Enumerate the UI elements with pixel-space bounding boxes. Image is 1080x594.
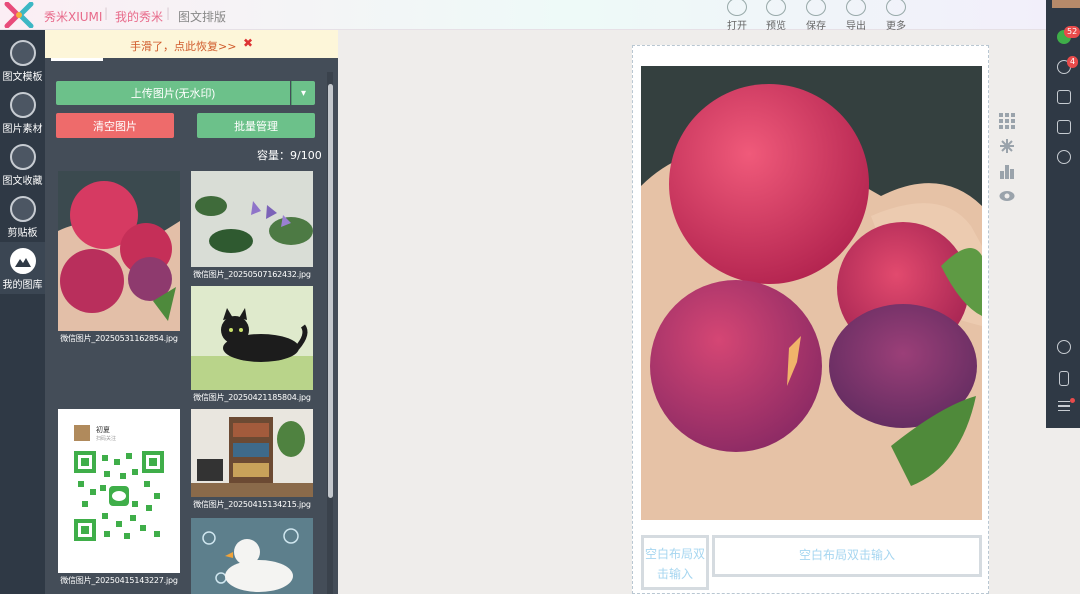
image-caption: 微信图片_20250415134215.jpg: [193, 500, 311, 509]
user-count-badge: 4: [1067, 56, 1079, 68]
snowflake-icon[interactable]: [999, 138, 1015, 154]
avatar: [74, 425, 90, 441]
gallery-image[interactable]: [191, 518, 313, 594]
gallery-image[interactable]: 微信图片_20250421185804.jpg: [191, 286, 313, 403]
image-caption: 微信图片_20250507162432.jpg: [193, 270, 311, 279]
favorites-icon: [9, 144, 36, 170]
gallery-image[interactable]: 微信图片_20250507162432.jpg: [191, 171, 313, 280]
preview-button[interactable]: 预览: [759, 0, 793, 32]
right-sidebar: 52 4: [1046, 0, 1080, 428]
save-icon: [806, 0, 826, 16]
brand-name[interactable]: 秀米XIUMI: [44, 8, 102, 25]
left-rail: 图文模板 图片素材 图文收藏 剪贴板 我的图库: [0, 30, 45, 594]
blank-layout-cell[interactable]: 空白布局双击输入: [712, 535, 982, 577]
batch-manage-button[interactable]: 批量管理: [197, 113, 315, 138]
open-button[interactable]: 打开: [720, 0, 754, 32]
rail-item-image-material[interactable]: 图片素材: [0, 86, 45, 138]
export-icon: [846, 0, 866, 16]
rail-label: 剪贴板: [7, 228, 38, 239]
restore-link[interactable]: 手滑了，点此恢复>>: [130, 38, 236, 54]
image-caption: 微信图片_20250531162854.jpg: [60, 334, 178, 343]
cat-thumbnail: [191, 286, 313, 390]
nav-separator: |: [166, 6, 171, 20]
grid-icon[interactable]: [999, 113, 1015, 129]
notification-dot: [1070, 398, 1075, 403]
plum-photo[interactable]: [641, 66, 982, 520]
save-label: 保存: [806, 21, 826, 32]
rail-item-favorites[interactable]: 图文收藏: [0, 138, 45, 190]
bar-chart-icon[interactable]: [999, 163, 1015, 179]
settings-icon[interactable]: [1057, 150, 1071, 164]
clipboard-icon: [9, 196, 36, 222]
open-label: 打开: [727, 21, 747, 32]
flower-thumbnail: [191, 171, 313, 267]
export-button[interactable]: 导出: [839, 0, 873, 32]
eye-icon[interactable]: [999, 188, 1015, 204]
clear-images-button[interactable]: 清空图片: [56, 113, 174, 138]
restore-notice[interactable]: 手滑了，点此恢复>> ✖: [45, 30, 338, 58]
rail-label: 图文收藏: [2, 176, 43, 187]
rail-label: 图片素材: [2, 124, 43, 135]
more-button[interactable]: 更多: [879, 0, 913, 32]
rail-label: 我的图库: [2, 280, 43, 291]
save-button[interactable]: 保存: [799, 0, 833, 32]
gallery-image[interactable]: 微信图片_20250415134215.jpg: [191, 409, 313, 510]
qr-code-icon: [74, 451, 164, 541]
preview-label: 预览: [766, 21, 786, 32]
rail-item-templates[interactable]: 图文模板: [0, 34, 45, 86]
qr-card-sub: 扫码关注: [96, 436, 117, 442]
top-bar: 秀米XIUMI | 我的秀米 | 图文排版 打开 预览 保存 导出 更多: [0, 0, 1046, 32]
cube-icon[interactable]: [1057, 90, 1071, 104]
avatar[interactable]: [1052, 0, 1080, 8]
gallery-image[interactable]: 微信图片_20250531162854.jpg: [58, 171, 180, 344]
image-caption: 微信图片_20250421185804.jpg: [193, 393, 311, 402]
active-tab-indicator: [51, 58, 103, 61]
gallery-panel: 手滑了，点此恢复>> ✖ 上传图片(无水印) ▾ 清空图片 批量管理 容量：9/…: [45, 30, 338, 594]
capacity-counter: 容量：9/100: [257, 149, 322, 162]
image-caption: 微信图片_20250415143227.jpg: [60, 576, 178, 585]
image-material-icon: [9, 92, 36, 118]
plum-thumbnail: [58, 171, 180, 331]
chevron-down-icon[interactable]: ▾: [291, 81, 315, 105]
xiumi-logo-icon[interactable]: [4, 2, 34, 28]
article-canvas[interactable]: 空白布局双击输入 空白布局双击输入: [632, 45, 989, 594]
link-icon[interactable]: [1057, 340, 1071, 354]
blank-layout-cell[interactable]: 空白布局双击输入: [641, 535, 709, 590]
rail-item-clipboard[interactable]: 剪贴板: [0, 190, 45, 242]
export-label: 导出: [846, 21, 866, 32]
menu-icon[interactable]: [1058, 401, 1070, 411]
room-thumbnail: [191, 409, 313, 497]
template-icon: [9, 40, 36, 66]
more-icon: [886, 0, 906, 16]
qr-card-name: 初夏: [96, 426, 110, 434]
nav-my-xiumi[interactable]: 我的秀米: [115, 8, 163, 25]
open-icon: [727, 0, 747, 16]
my-gallery-icon: [9, 248, 36, 274]
folder-icon[interactable]: [1057, 120, 1071, 134]
nav-separator: |: [104, 6, 109, 20]
duck-thumbnail: [191, 518, 313, 594]
upload-image-button[interactable]: 上传图片(无水印): [56, 81, 290, 105]
nav-layout[interactable]: 图文排版: [178, 8, 226, 25]
rail-label: 图文模板: [2, 72, 43, 83]
close-icon[interactable]: ✖: [243, 36, 253, 50]
mobile-icon[interactable]: [1059, 371, 1069, 386]
gallery-image[interactable]: 初夏 扫码关注 微信图片_20250415143227.jpg: [58, 409, 180, 586]
message-count-badge: 52: [1064, 26, 1080, 38]
scrollbar-thumb[interactable]: [328, 84, 333, 498]
rail-item-my-gallery[interactable]: 我的图库: [0, 242, 45, 294]
preview-icon: [766, 0, 786, 16]
more-label: 更多: [886, 21, 906, 32]
qr-card-thumbnail: 初夏 扫码关注: [58, 409, 180, 573]
